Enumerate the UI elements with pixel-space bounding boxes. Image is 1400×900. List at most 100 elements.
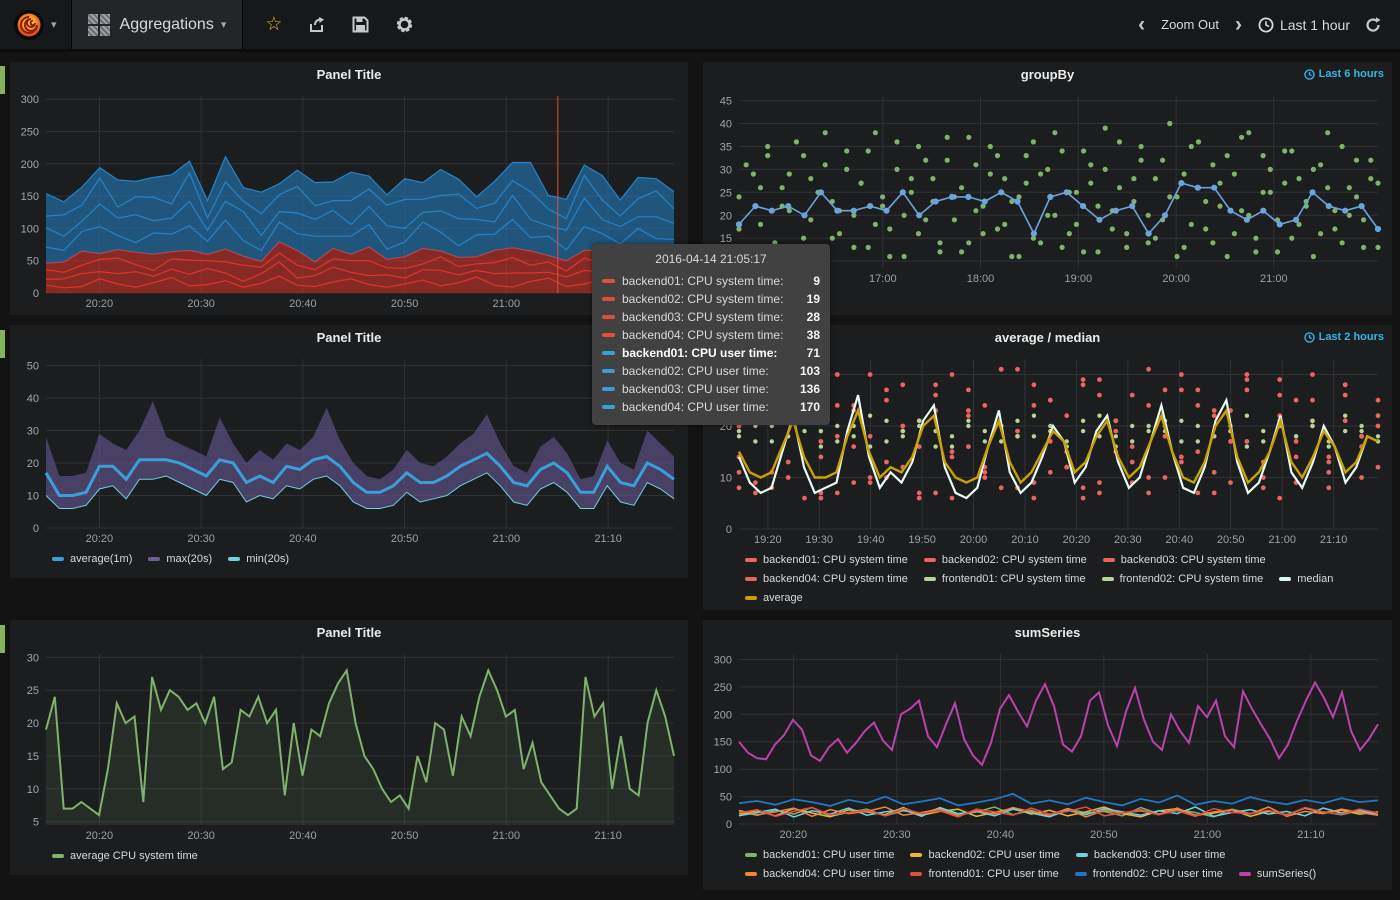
svg-text:20:50: 20:50 [391,298,419,310]
legend-item[interactable]: backend01: CPU system time [745,551,908,569]
series-marker-icon [602,369,615,373]
save-button[interactable] [352,16,369,33]
time-range-picker[interactable]: Last 1 hour [1258,17,1350,33]
legend-item[interactable]: backend04: CPU system time [745,570,908,588]
legend-label: backend03: CPU system time [1121,551,1266,569]
svg-text:21:00: 21:00 [493,533,521,545]
chart-average-cpu[interactable]: 5101520253020:2020:3020:4020:5021:0021:1… [10,646,688,845]
legend-item[interactable]: max(20s) [148,550,212,568]
panel-title[interactable]: sumSeries [703,620,1392,646]
row-toggle[interactable] [0,330,5,358]
legend-item[interactable]: average [745,589,803,607]
row-toggle[interactable] [0,66,5,94]
tooltip-row: backend04: CPU system time:38 [602,326,820,344]
svg-text:21:00: 21:00 [1268,534,1296,546]
share-button[interactable] [308,16,326,34]
zoom-out-button[interactable]: Zoom Out [1161,17,1219,32]
legend-item[interactable]: backend02: CPU user time [910,846,1059,864]
save-icon [352,16,369,33]
chevron-down-icon: ▾ [51,18,57,31]
svg-text:100: 100 [714,764,732,776]
panel-title[interactable]: groupBy [703,62,1392,88]
svg-text:20:50: 20:50 [391,830,419,842]
chart-stacked-cpu[interactable]: 05010015020025030020:2020:3020:4020:5021… [10,88,688,313]
legend-item[interactable]: average(1m) [52,550,132,568]
svg-text:19:50: 19:50 [908,534,936,546]
svg-text:35: 35 [720,142,732,154]
time-range-label: Last 1 hour [1280,17,1350,33]
legend-item[interactable]: sumSeries() [1239,865,1316,883]
grafana-logo-menu[interactable]: ▾ [0,0,72,49]
time-override-badge[interactable]: Last 2 hours [1304,331,1384,343]
svg-text:30: 30 [27,426,39,438]
legend-item[interactable]: median [1279,570,1333,588]
svg-text:40: 40 [720,119,732,131]
svg-text:300: 300 [714,655,732,667]
legend-item[interactable]: frontend02: CPU user time [1075,865,1223,883]
series-marker-icon [602,351,615,355]
legend-item[interactable]: frontend01: CPU system time [924,570,1086,588]
panel-stacked-cpu: Panel Title 05010015020025030020:2020:30… [10,62,688,315]
svg-text:50: 50 [27,361,39,373]
dashboard-title: Aggregations [120,16,214,34]
svg-text:21:10: 21:10 [1297,829,1325,841]
legend-item[interactable]: frontend01: CPU user time [910,865,1058,883]
tooltip-series-label: backend04: CPU user time: [622,398,800,416]
panel-title[interactable]: Panel Title [10,620,688,646]
svg-text:200: 200 [714,709,732,721]
chart-avg-max-min[interactable]: 0102030405020:2020:3020:4020:5021:0021:1… [10,351,688,548]
legend-item[interactable]: backend04: CPU user time [745,865,894,883]
graph-tooltip: 2016-04-14 21:05:17 backend01: CPU syste… [592,244,830,425]
svg-text:19:30: 19:30 [805,534,833,546]
legend-item[interactable]: backend01: CPU user time [745,846,894,864]
row-toggle[interactable] [0,625,5,653]
svg-text:10: 10 [27,491,39,503]
svg-text:50: 50 [27,256,39,268]
svg-text:19:40: 19:40 [857,534,885,546]
legend-item[interactable]: backend03: CPU user time [1076,846,1225,864]
refresh-button[interactable] [1364,16,1382,34]
svg-text:20:20: 20:20 [86,533,114,545]
time-shift-right-button[interactable]: › [1233,14,1244,35]
legend-item[interactable]: frontend02: CPU system time [1102,570,1264,588]
legend-label: backend03: CPU user time [1094,846,1225,864]
clock-icon [1304,69,1315,80]
svg-text:20:50: 20:50 [391,533,419,545]
legend-item[interactable]: min(20s) [228,550,289,568]
legend-item[interactable]: backend02: CPU system time [924,551,1087,569]
legend-label: average [763,589,803,607]
svg-text:0: 0 [33,523,39,535]
svg-text:25: 25 [27,685,39,697]
svg-text:20:00: 20:00 [1162,273,1190,285]
legend-marker-icon [228,557,240,561]
svg-text:20:40: 20:40 [289,830,317,842]
dashboard-picker[interactable]: Aggregations ▾ [72,0,244,49]
time-override-label: Last 6 hours [1319,68,1384,80]
panel-title[interactable]: Panel Title [10,325,688,351]
tooltip-series-value: 170 [800,398,820,416]
tooltip-series-value: 28 [807,308,820,326]
legend-label: median [1297,570,1333,588]
tooltip-row: backend03: CPU system time:28 [602,308,820,326]
legend-label: average(1m) [70,550,132,568]
svg-text:20:20: 20:20 [86,830,114,842]
legend-marker-icon [148,557,160,561]
tooltip-series-label: backend02: CPU system time: [622,290,807,308]
svg-text:21:10: 21:10 [1320,534,1348,546]
legend-marker-icon [745,577,757,581]
legend-item[interactable]: average CPU system time [52,847,198,865]
share-icon [308,16,326,34]
chart-sumseries[interactable]: 05010015020025030020:2020:3020:4020:5021… [703,646,1392,844]
panel-title[interactable]: Panel Title [10,62,688,88]
legend-label: backend04: CPU user time [763,865,894,883]
time-shift-left-button[interactable]: ‹ [1136,14,1147,35]
tooltip-series-value: 38 [807,326,820,344]
svg-text:300: 300 [21,94,39,106]
clock-icon [1258,17,1274,33]
time-override-badge[interactable]: Last 6 hours [1304,68,1384,80]
settings-button[interactable] [395,15,414,34]
star-button[interactable]: ☆ [265,15,282,34]
legend-marker-icon [1102,577,1114,581]
tooltip-series-value: 136 [800,380,820,398]
legend-item[interactable]: backend03: CPU system time [1103,551,1266,569]
